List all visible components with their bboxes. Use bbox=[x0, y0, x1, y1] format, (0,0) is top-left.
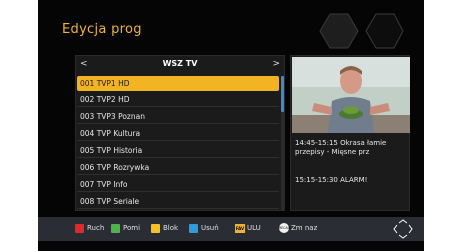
hexagon-icon bbox=[319, 13, 404, 49]
yellow-key-swatch bbox=[151, 224, 160, 233]
channel-row[interactable]: 005 TVP Historia bbox=[77, 143, 279, 158]
yellow-key-label: Blok bbox=[163, 224, 179, 232]
tv-screen: Edycja prog < WSZ TV > 001 TVP1 HD 002 T… bbox=[38, 0, 424, 251]
red-key-label: Ruch bbox=[87, 224, 105, 232]
blue-key-swatch bbox=[189, 224, 198, 233]
list-header: < WSZ TV > bbox=[76, 56, 284, 72]
recall-key-label: Zm naz bbox=[291, 224, 318, 232]
scroll-thumb[interactable] bbox=[281, 76, 284, 112]
green-key-swatch bbox=[111, 224, 120, 233]
epg-current-event: 14:45-15:15 Okrasa łamie przepisy - Mięs… bbox=[295, 139, 387, 156]
channel-row[interactable]: 003 TVP3 Poznan bbox=[77, 109, 279, 124]
recall-icon: RECALL bbox=[279, 223, 291, 233]
next-group-arrow[interactable]: > bbox=[272, 56, 280, 72]
group-label: WSZ TV bbox=[162, 59, 198, 68]
blue-key-label: Usuń bbox=[201, 224, 219, 232]
channel-row[interactable]: 008 TVP Seriale bbox=[77, 194, 279, 209]
channel-row[interactable]: 006 TVP Rozrywka bbox=[77, 160, 279, 175]
red-key-swatch bbox=[75, 224, 84, 233]
video-preview bbox=[292, 57, 410, 133]
page-title: Edycja prog bbox=[62, 22, 142, 37]
fav-key-label: ULU bbox=[247, 224, 261, 232]
navigation-diamond-icon bbox=[393, 219, 413, 239]
channel-row[interactable]: 002 TVP2 HD bbox=[77, 92, 279, 107]
channel-row[interactable]: 007 TVP Info bbox=[77, 177, 279, 192]
green-key-label: Pomi bbox=[123, 224, 141, 232]
channel-list-panel: < WSZ TV > 001 TVP1 HD 002 TVP2 HD 003 T… bbox=[75, 55, 285, 211]
list-scrollbar[interactable] bbox=[281, 76, 284, 210]
preview-panel: 14:45-15:15 Okrasa łamie przepisy - Mięs… bbox=[290, 55, 410, 211]
footer-legend: Ruch Pomi Blok Usuń FAV ULU RECALL Zm na… bbox=[38, 217, 424, 241]
channel-row-selected[interactable]: 001 TVP1 HD bbox=[77, 76, 279, 91]
channel-row[interactable]: 004 TVP Kultura bbox=[77, 126, 279, 141]
fav-icon: FAV bbox=[235, 224, 245, 233]
epg-next-event: 15:15-15:30 ALARM! bbox=[295, 176, 368, 184]
